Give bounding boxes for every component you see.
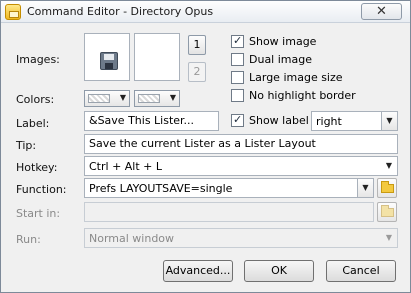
command-editor-window: Command Editor - Directory Opus ✕ Images… xyxy=(0,0,411,293)
image-slot-2[interactable] xyxy=(134,33,180,81)
title-bar[interactable]: Command Editor - Directory Opus ✕ xyxy=(1,1,410,23)
close-button[interactable]: ✕ xyxy=(361,3,402,20)
hotkey-dropdown[interactable]: Ctrl + Alt + L ▼ xyxy=(84,156,398,176)
start-in-browse-button[interactable] xyxy=(377,202,397,222)
colors-label: Colors: xyxy=(16,93,55,106)
function-label: Function: xyxy=(16,183,67,196)
run-dropdown[interactable]: Normal window ▼ xyxy=(84,228,398,248)
dual-image-label: Dual image xyxy=(249,53,312,66)
dropdown-arrow-icon[interactable]: ▼ xyxy=(357,179,373,197)
text-color-dropdown[interactable]: ▼ xyxy=(84,90,130,107)
show-image-label: Show image xyxy=(249,35,317,48)
window-title: Command Editor - Directory Opus xyxy=(27,5,214,18)
run-value: Normal window xyxy=(89,232,175,245)
folder-icon xyxy=(381,205,394,217)
label-label: Label: xyxy=(16,117,50,130)
large-image-size-check-box[interactable] xyxy=(231,71,244,84)
hotkey-label: Hotkey: xyxy=(16,161,58,174)
advanced-button[interactable]: Advanced... xyxy=(163,260,233,282)
no-highlight-border-check-box[interactable] xyxy=(231,89,244,102)
show-label-checkbox[interactable]: Show label xyxy=(231,113,311,128)
color-swatch xyxy=(88,94,110,103)
hotkey-value: Ctrl + Alt + L xyxy=(89,160,163,173)
image-1-button[interactable]: 1 xyxy=(188,35,206,55)
dropdown-arrow-icon: ▼ xyxy=(119,93,126,102)
folder-icon xyxy=(381,181,394,193)
cancel-button[interactable]: Cancel xyxy=(326,260,396,282)
ok-button[interactable]: OK xyxy=(244,260,314,282)
dropdown-arrow-icon[interactable]: ▼ xyxy=(381,157,397,175)
no-highlight-border-checkbox[interactable]: No highlight border xyxy=(231,89,401,103)
tip-label: Tip: xyxy=(16,139,37,152)
dual-image-checkbox[interactable]: Dual image xyxy=(231,53,401,67)
floppy-disk-icon xyxy=(100,52,118,70)
dropdown-arrow-icon[interactable]: ▼ xyxy=(381,112,397,130)
image-2-button[interactable]: 2 xyxy=(188,62,206,82)
dropdown-arrow-icon: ▼ xyxy=(169,93,176,102)
no-highlight-border-label: No highlight border xyxy=(249,89,356,102)
show-image-checkbox[interactable]: Show image xyxy=(231,34,401,49)
run-label: Run: xyxy=(16,233,41,246)
function-value: Prefs LAYOUTSAVE=single xyxy=(89,182,233,195)
dual-image-check-box[interactable] xyxy=(231,53,244,66)
dropdown-arrow-icon[interactable]: ▼ xyxy=(381,229,397,247)
images-label: Images: xyxy=(16,53,60,66)
label-position-value: right xyxy=(316,115,342,128)
label-position-dropdown[interactable]: right ▼ xyxy=(311,111,398,131)
tip-input[interactable]: Save the current Lister as a Lister Layo… xyxy=(84,134,398,154)
background-color-dropdown[interactable]: ▼ xyxy=(134,90,180,107)
label-input[interactable]: &Save This Lister... xyxy=(84,111,219,131)
function-browse-button[interactable] xyxy=(377,178,397,198)
start-in-input[interactable] xyxy=(84,202,374,222)
color-swatch xyxy=(138,94,160,103)
directory-opus-app-icon xyxy=(5,4,21,20)
function-dropdown[interactable]: Prefs LAYOUTSAVE=single ▼ xyxy=(84,178,374,198)
image-2-button-label: 2 xyxy=(193,65,201,78)
show-image-check-box[interactable] xyxy=(231,34,244,48)
start-in-label: Start in: xyxy=(16,207,61,220)
show-label-check-box[interactable] xyxy=(231,113,244,127)
large-image-size-label: Large image size xyxy=(249,71,343,84)
show-label-label: Show label xyxy=(249,114,309,127)
close-icon: ✕ xyxy=(376,4,387,19)
large-image-size-checkbox[interactable]: Large image size xyxy=(231,71,401,85)
image-slot-1[interactable] xyxy=(84,33,130,81)
image-1-button-label: 1 xyxy=(193,38,201,51)
